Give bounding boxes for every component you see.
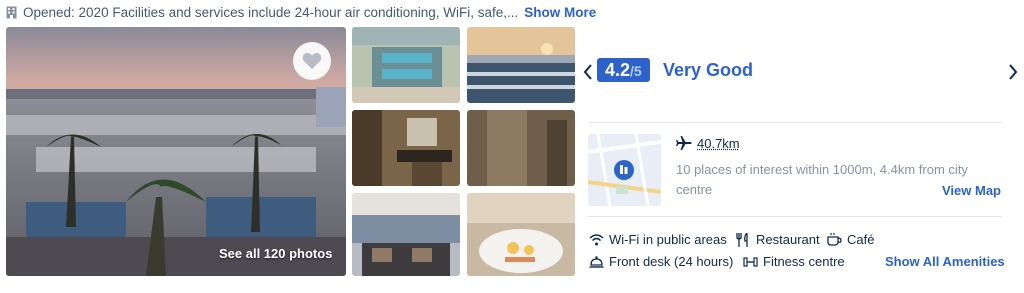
- thumbnail-aerial[interactable]: [352, 27, 460, 103]
- map-thumbnail[interactable]: [588, 134, 661, 206]
- hotel-summary: Opened: 2020 Facilities and services inc…: [6, 3, 596, 21]
- rating-scale: /5: [630, 63, 642, 79]
- divider: [588, 122, 1002, 123]
- view-map-link[interactable]: View Map: [942, 183, 1001, 198]
- summary-text: Opened: 2020 Facilities and services inc…: [23, 4, 519, 20]
- wifi-icon: [589, 233, 604, 245]
- airport-distance[interactable]: 40.7km: [697, 136, 740, 151]
- front-desk-icon: [589, 255, 604, 268]
- thumbnail-bathroom[interactable]: [352, 110, 460, 186]
- amenity-front-desk: Front desk (24 hours): [589, 254, 733, 269]
- amenity-restaurant: Restaurant: [736, 232, 820, 247]
- chevron-left-icon[interactable]: [581, 62, 595, 82]
- dumbbell-icon: [743, 256, 758, 267]
- thumbnail-pool-sunset[interactable]: [467, 27, 575, 103]
- heart-icon: [302, 53, 322, 69]
- amenity-label: Front desk (24 hours): [609, 254, 734, 269]
- thumbnail-lounge[interactable]: [352, 193, 460, 276]
- restaurant-icon: [736, 232, 748, 247]
- plane-icon: [676, 136, 692, 150]
- amenity-label: Restaurant: [756, 232, 820, 247]
- building-icon: [6, 6, 17, 19]
- amenity-fitness: Fitness centre: [743, 254, 845, 269]
- rating-score-badge: 4.2 /5: [597, 58, 650, 82]
- thumbnail-room[interactable]: [467, 110, 575, 186]
- favorite-button[interactable]: [293, 42, 331, 80]
- amenity-label: Wi-Fi in public areas: [609, 232, 727, 247]
- show-all-amenities-link[interactable]: Show All Amenities: [885, 254, 1005, 269]
- rating-label: Very Good: [663, 60, 754, 80]
- amenity-label: Fitness centre: [763, 254, 845, 269]
- amenity-cafe: Café: [827, 232, 874, 247]
- rating-score: 4.2: [605, 60, 631, 80]
- cafe-icon: [827, 232, 842, 246]
- thumbnail-breakfast[interactable]: [467, 193, 575, 276]
- map-pin-icon: [614, 160, 634, 180]
- divider: [588, 216, 1002, 217]
- amenity-label: Café: [847, 232, 875, 247]
- see-all-photos-link[interactable]: See all 120 photos: [219, 246, 332, 261]
- show-more-link[interactable]: Show More: [524, 5, 596, 20]
- amenity-wifi: Wi-Fi in public areas: [589, 232, 727, 247]
- chevron-right-icon[interactable]: [1006, 62, 1020, 82]
